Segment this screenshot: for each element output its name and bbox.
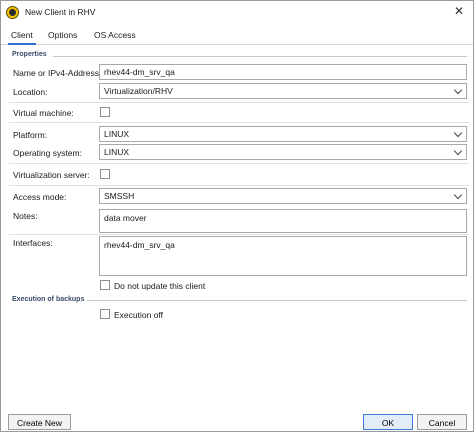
row-divider [9, 234, 469, 235]
do-not-update-checkbox[interactable] [100, 280, 110, 290]
tab-options[interactable]: Options [45, 30, 80, 45]
execution-section-divider [87, 300, 467, 301]
name-input[interactable]: rhev44-dm_srv_qa [99, 64, 467, 80]
row-divider [9, 185, 469, 186]
access-mode-value: SMSSH [104, 191, 135, 201]
interfaces-textarea[interactable]: rhev44-dm_srv_qa [99, 236, 467, 276]
operating-system-select[interactable]: LINUX [99, 144, 467, 160]
row-divider [9, 122, 469, 123]
virtual-machine-label: Virtual machine: [13, 108, 74, 118]
cancel-button[interactable]: Cancel [417, 414, 467, 430]
chevron-down-icon [453, 146, 463, 156]
execution-off-label: Execution off [114, 310, 163, 320]
operating-system-label: Operating system: [13, 148, 82, 158]
chevron-down-icon [453, 85, 463, 95]
access-mode-label: Access mode: [13, 192, 67, 202]
chevron-down-icon [453, 128, 463, 138]
properties-section-label: Properties [12, 51, 47, 58]
title-bar: New Client in RHV ✕ [1, 1, 473, 25]
interfaces-label: Interfaces: [13, 238, 53, 248]
window-title: New Client in RHV [25, 7, 96, 17]
properties-section-divider [53, 56, 467, 57]
chevron-down-icon [453, 190, 463, 200]
row-divider [9, 102, 469, 103]
tab-os-access[interactable]: OS Access [91, 30, 139, 45]
platform-label: Platform: [13, 130, 48, 140]
row-divider [9, 163, 469, 164]
ok-button[interactable]: OK [363, 414, 413, 430]
name-label: Name or IPv4-Address: [13, 68, 102, 78]
execution-section-label: Execution of backups [12, 296, 85, 303]
platform-select[interactable]: LINUX [99, 126, 467, 142]
dialog-window: New Client in RHV ✕ Client Options OS Ac… [0, 0, 474, 432]
location-label: Location: [13, 87, 48, 97]
app-logo-icon [6, 6, 19, 19]
notes-label: Notes: [13, 211, 38, 221]
close-icon[interactable]: ✕ [454, 4, 464, 18]
create-new-button[interactable]: Create New [8, 414, 71, 430]
notes-textarea[interactable]: data mover [99, 209, 467, 233]
virtual-machine-checkbox[interactable] [100, 107, 110, 117]
virtualization-server-checkbox[interactable] [100, 169, 110, 179]
location-select[interactable]: Virtualization/RHV [99, 83, 467, 99]
execution-off-checkbox[interactable] [100, 309, 110, 319]
operating-system-value: LINUX [104, 147, 130, 157]
virtualization-server-label: Virtualization server: [13, 170, 90, 180]
location-value: Virtualization/RHV [104, 86, 173, 96]
access-mode-select[interactable]: SMSSH [99, 188, 467, 204]
platform-value: LINUX [104, 129, 130, 139]
tab-client[interactable]: Client [8, 30, 36, 45]
tab-bar: Client Options OS Access [1, 27, 473, 45]
do-not-update-label: Do not update this client [114, 281, 206, 291]
